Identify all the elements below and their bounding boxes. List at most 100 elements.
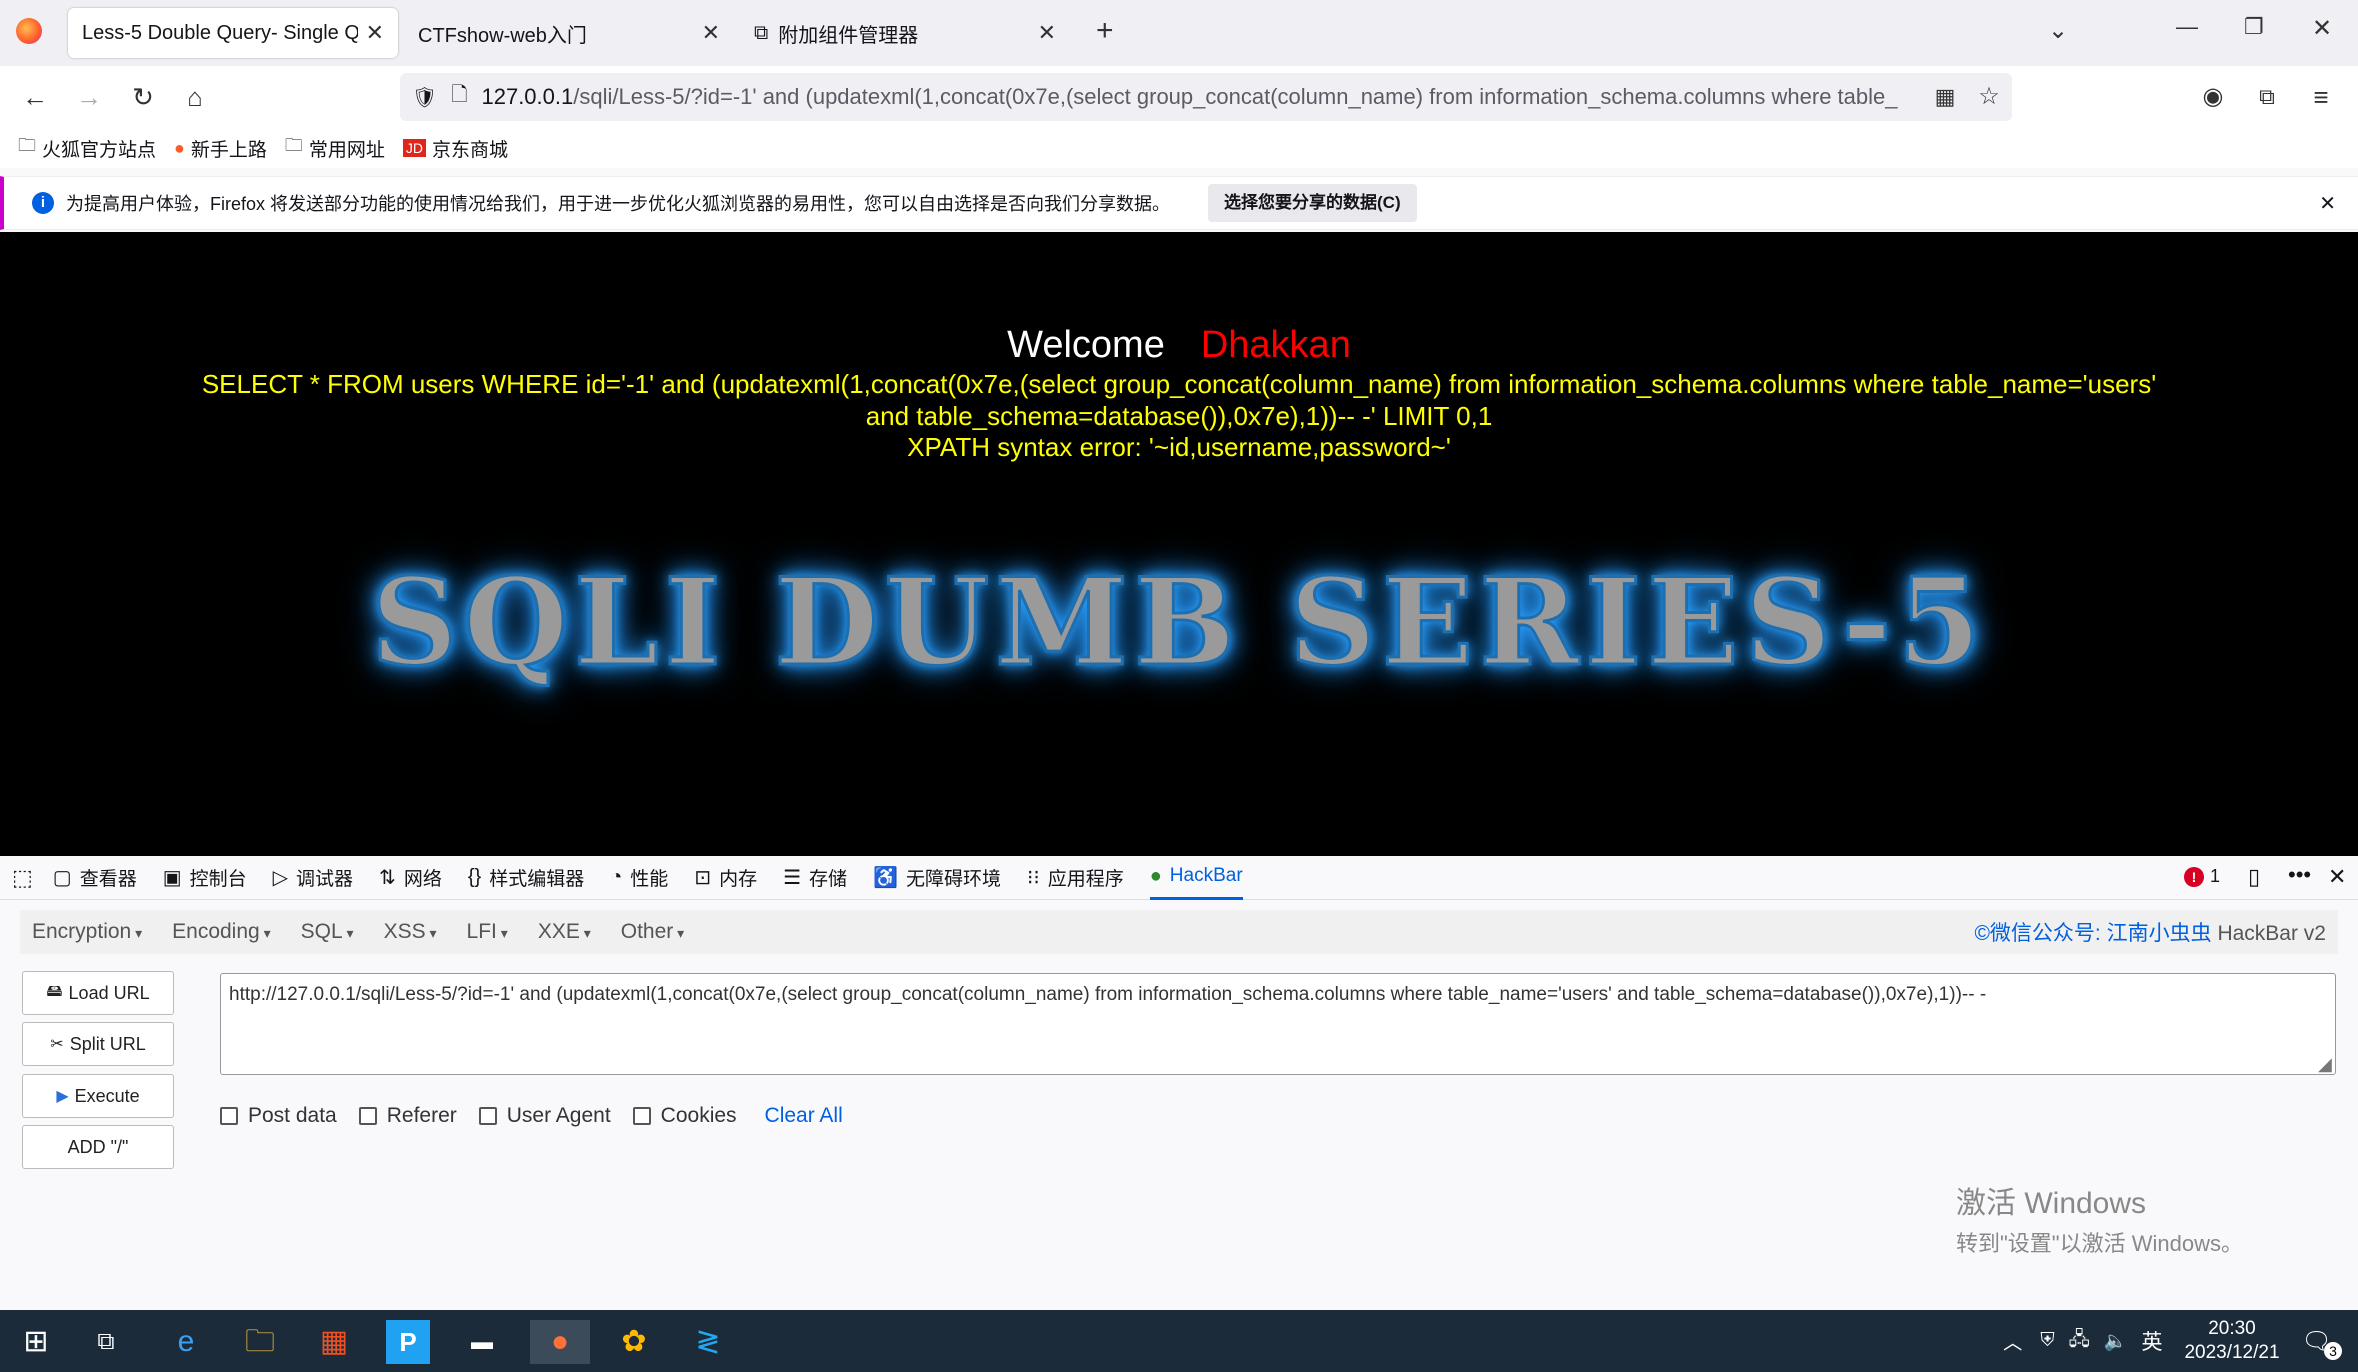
tab-addons[interactable]: ⧉ 附加组件管理器 ✕ bbox=[740, 8, 1070, 58]
devtools-tab-hackbar[interactable]: ● HackBar bbox=[1149, 856, 1243, 900]
devtools-tab-inspector[interactable]: ▢ 查看器 bbox=[53, 864, 137, 891]
inspector-icon: ▢ bbox=[52, 867, 72, 889]
url-path: /sqli/Less-5/?id=-1' and (updatexml(1,co… bbox=[573, 84, 1898, 109]
more-icon[interactable]: ••• bbox=[2288, 862, 2311, 888]
load-icon: 🖴 bbox=[46, 982, 63, 1000]
devtools-tab-style-editor[interactable]: {} 样式编辑器 bbox=[468, 864, 584, 891]
referer-checkbox[interactable]: Referer bbox=[358, 1104, 457, 1128]
resize-handle-icon[interactable]: ◢ bbox=[2318, 1054, 2332, 1075]
hackbar-menu: Encryption Encoding SQL XSS LFI XXE Othe… bbox=[20, 910, 2338, 954]
extensions-icon[interactable]: ⧉ bbox=[2250, 80, 2284, 114]
checkbox-box[interactable] bbox=[220, 1107, 238, 1125]
new-tab-button[interactable]: + bbox=[1096, 14, 1114, 48]
star-icon[interactable]: ☆ bbox=[1972, 80, 2006, 114]
bookmark-item[interactable]: 🗀 火狐官方站点 bbox=[18, 133, 156, 163]
chip-icon: ⊡ bbox=[694, 867, 712, 889]
close-icon[interactable]: ✕ bbox=[2319, 191, 2336, 216]
menu-encryption[interactable]: Encryption bbox=[32, 920, 142, 944]
checkbox-box[interactable] bbox=[358, 1107, 377, 1125]
execute-button[interactable]: ▶ Execute bbox=[22, 1074, 174, 1118]
menu-xxe[interactable]: XXE bbox=[538, 920, 591, 944]
home-icon[interactable]: ⌂ bbox=[178, 80, 212, 114]
terminal-icon[interactable]: ▬ bbox=[460, 1320, 504, 1364]
back-button[interactable]: ← bbox=[18, 80, 52, 114]
close-icon[interactable]: ✕ bbox=[366, 20, 384, 46]
menu-other[interactable]: Other bbox=[621, 920, 684, 944]
photos-icon[interactable]: ✿ bbox=[612, 1320, 656, 1364]
menu-xss[interactable]: XSS bbox=[384, 920, 437, 944]
url-bar[interactable]: 🛡 🗋 127.0.0.1 /sqli/Less-5/?id=-1' and (… bbox=[400, 73, 2012, 121]
restore-button[interactable]: ❐ bbox=[2244, 14, 2264, 40]
hackbar-options: Post data Referer User Agent Cookies Cle… bbox=[220, 1100, 843, 1132]
devtools-tab-network[interactable]: ⇅ 网络 bbox=[379, 864, 442, 891]
menu-icon[interactable]: ≡ bbox=[2304, 80, 2338, 114]
post-data-checkbox[interactable]: Post data bbox=[220, 1104, 337, 1128]
shield-icon[interactable]: 🛡 bbox=[412, 85, 437, 110]
load-url-button[interactable]: 🖴 Load URL bbox=[22, 971, 174, 1015]
pycharm-icon[interactable]: P bbox=[386, 1320, 430, 1364]
split-url-button[interactable]: ✂ Split URL bbox=[22, 1022, 174, 1066]
add-slash-button[interactable]: ADD "/" bbox=[22, 1125, 174, 1169]
network-icon[interactable]: 🖧 bbox=[2069, 1325, 2090, 1357]
devtools-tab-debugger[interactable]: ▷ 调试器 bbox=[273, 864, 353, 891]
notification-center-icon[interactable]: 🗨 3 bbox=[2302, 1327, 2342, 1360]
devtools-tab-application[interactable]: ⁝⁝ 应用程序 bbox=[1027, 864, 1124, 891]
menu-lfi[interactable]: LFI bbox=[467, 920, 508, 944]
bookmark-item[interactable]: ● 新手上路 bbox=[174, 135, 267, 162]
chevron-up-icon[interactable]: ︿ bbox=[2003, 1328, 2022, 1355]
tab-ctfshow[interactable]: CTFshow-web入门 ✕ bbox=[404, 8, 734, 58]
security-icon[interactable]: ⛨ bbox=[2040, 1330, 2054, 1352]
welcome-line: Welcome Dhakkan bbox=[0, 324, 2358, 367]
menu-encoding[interactable]: Encoding bbox=[172, 920, 271, 944]
bookmark-item[interactable]: JD 京东商城 bbox=[402, 135, 508, 162]
info-icon: i bbox=[32, 192, 54, 214]
minimize-button[interactable]: — bbox=[2176, 14, 2198, 40]
page-content: Welcome Dhakkan SELECT * FROM users WHERE… bbox=[0, 232, 2358, 856]
devtools-tab-accessibility[interactable]: ♿ 无障碍环境 bbox=[873, 864, 1001, 891]
chevron-down-icon[interactable]: ⌄ bbox=[2048, 16, 2068, 45]
close-icon[interactable]: ✕ bbox=[1038, 20, 1056, 46]
checkbox-box[interactable] bbox=[478, 1107, 497, 1125]
volume-icon[interactable]: 🔈 bbox=[2104, 1329, 2128, 1353]
puzzle-icon: ⧉ bbox=[754, 21, 769, 44]
bookmark-item[interactable]: 🗀 常用网址 bbox=[285, 133, 385, 163]
firefox-taskbar-icon[interactable]: ● bbox=[530, 1320, 590, 1364]
task-view-icon[interactable]: ⧉ bbox=[84, 1320, 128, 1364]
file-explorer-icon[interactable]: 🗀 bbox=[238, 1320, 282, 1364]
devtools-tab-performance[interactable]: ◔ 性能 bbox=[610, 864, 668, 891]
menu-sql[interactable]: SQL bbox=[301, 920, 354, 944]
system-tray: ︿ ⛨ 🖧 🔈 英 20:30 2023/12/21 🗨 3 bbox=[2003, 1310, 2358, 1372]
dock-icon[interactable]: ▯ bbox=[2248, 864, 2260, 890]
sql-query: SELECT * FROM users WHERE id='-1' and (u… bbox=[201, 369, 2157, 431]
share-data-button[interactable]: 选择您要分享的数据(C) bbox=[1208, 184, 1417, 222]
close-icon[interactable]: ✕ bbox=[2328, 864, 2346, 890]
tab-less5[interactable]: Less-5 Double Query- Single Quo ✕ bbox=[68, 8, 398, 58]
cookies-checkbox[interactable]: Cookies bbox=[632, 1104, 737, 1128]
notification-bar: i 为提高用户体验，Firefox 将发送部分功能的使用情况给我们，用于进一步优… bbox=[0, 176, 2358, 230]
user-agent-checkbox[interactable]: User Agent bbox=[478, 1104, 611, 1128]
checkbox-box[interactable] bbox=[632, 1107, 651, 1125]
windows-start-icon[interactable]: ⊞ bbox=[14, 1320, 58, 1364]
close-icon[interactable]: ✕ bbox=[702, 20, 720, 46]
windows-activation-watermark: 激活 Windows 转到"设置"以激活 Windows。 bbox=[1956, 1178, 2243, 1258]
store-icon[interactable]: ▦ bbox=[312, 1320, 356, 1364]
notification-text: 为提高用户体验，Firefox 将发送部分功能的使用情况给我们，用于进一步优化火… bbox=[66, 194, 1171, 214]
devtools-tab-storage[interactable]: ☰ 存储 bbox=[783, 864, 847, 891]
error-badge[interactable]: ! 1 bbox=[2184, 866, 2220, 887]
ime-indicator[interactable]: 英 bbox=[2141, 1326, 2162, 1356]
devtools-tab-console[interactable]: ▣ 控制台 bbox=[163, 864, 247, 891]
clear-all-link[interactable]: Clear All bbox=[765, 1104, 843, 1128]
vscode-icon[interactable]: ≷ bbox=[686, 1320, 730, 1364]
forward-button[interactable]: → bbox=[72, 80, 106, 114]
edge-icon[interactable]: e bbox=[164, 1320, 208, 1364]
devtools-tab-memory[interactable]: ⊡ 内存 bbox=[694, 864, 757, 891]
firefox-icon[interactable] bbox=[16, 18, 42, 44]
picker-icon[interactable]: ⬚ bbox=[12, 865, 33, 891]
window-close-button[interactable]: ✕ bbox=[2312, 14, 2332, 43]
hackbar-url-input[interactable]: http://127.0.0.1/sqli/Less-5/?id=-1' and… bbox=[220, 973, 2336, 1075]
account-icon[interactable]: ◉ bbox=[2196, 80, 2230, 114]
folder-icon: 🗀 bbox=[284, 135, 303, 155]
qr-code-icon[interactable]: ▦ bbox=[1928, 80, 1962, 114]
reload-button[interactable]: ↻ bbox=[126, 80, 160, 114]
clock[interactable]: 20:30 2023/12/21 bbox=[2184, 1317, 2279, 1365]
